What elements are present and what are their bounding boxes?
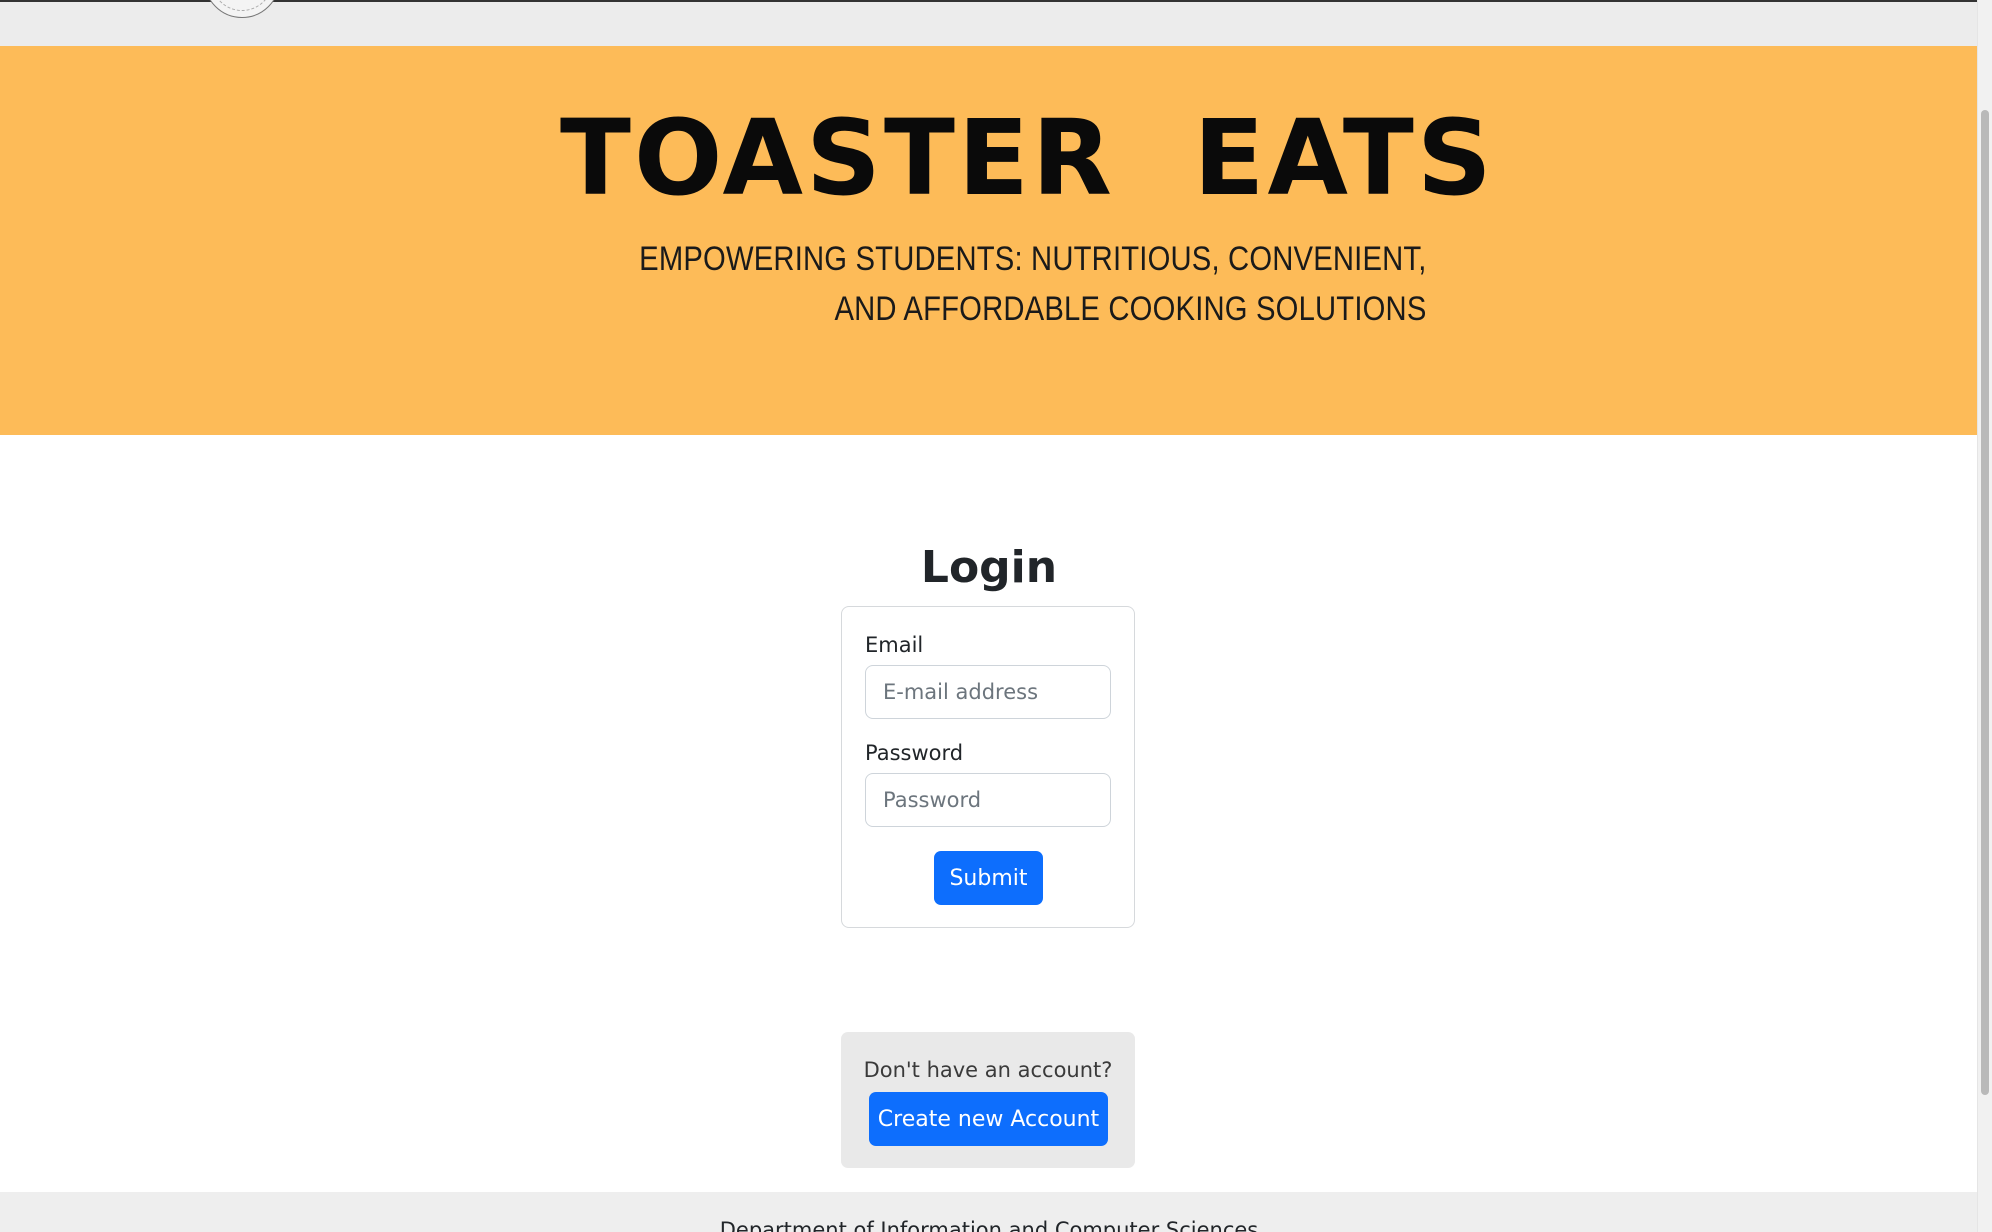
email-label: Email xyxy=(865,633,924,657)
create-account-button[interactable]: Create new Account xyxy=(869,1092,1108,1146)
tagline-line-1: EMPOWERING STUDENTS: NUTRITIOUS, CONVENI… xyxy=(639,240,1427,278)
seal-logo-icon[interactable] xyxy=(204,0,280,18)
scrollbar-thumb[interactable] xyxy=(1981,110,1989,1095)
login-heading: Login xyxy=(920,542,1058,593)
email-field[interactable] xyxy=(865,665,1111,719)
footer: Department of Information and Computer S… xyxy=(0,1192,1978,1232)
page: TOASTER EATS EMPOWERING STUDENTS: NUTRIT… xyxy=(0,0,1992,1232)
page-scrollbar[interactable] xyxy=(1977,0,1992,1232)
site-tagline: EMPOWERING STUDENTS: NUTRITIOUS, CONVENI… xyxy=(640,234,1427,334)
seal-logo-ring xyxy=(211,0,273,11)
tagline-line-2: AND AFFORDABLE COOKING SOLUTIONS xyxy=(834,290,1427,328)
login-form: Email Password Submit xyxy=(841,606,1135,928)
hero-banner: TOASTER EATS EMPOWERING STUDENTS: NUTRIT… xyxy=(0,46,1978,435)
password-field[interactable] xyxy=(865,773,1111,827)
signup-prompt: Don't have an account? xyxy=(863,1058,1113,1082)
site-title: TOASTER EATS xyxy=(560,97,1495,219)
submit-button[interactable]: Submit xyxy=(934,851,1043,905)
navbar xyxy=(0,0,1978,46)
password-label: Password xyxy=(865,741,964,765)
footer-department: Department of Information and Computer S… xyxy=(719,1218,1259,1232)
signup-panel: Don't have an account? Create new Accoun… xyxy=(841,1032,1135,1168)
